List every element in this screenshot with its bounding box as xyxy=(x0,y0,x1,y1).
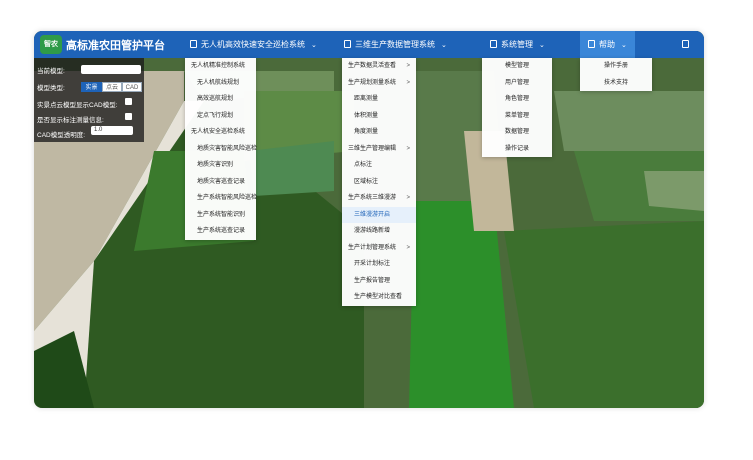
menu-item[interactable]: 操作手册 xyxy=(580,58,652,75)
model-type-label: 模型类型: xyxy=(37,85,65,92)
model-type-realscene-button[interactable]: 实景 xyxy=(81,82,102,92)
menu-item[interactable]: 生产系统巡查记录 xyxy=(185,223,256,240)
nav-label: 系统管理 xyxy=(501,40,533,49)
uav-dropdown-menu: 无人机精准控制系统 无人机航线规划 高效巡航规划 定点飞行规划 无人机安全巡检系统 地质灾… xyxy=(185,58,257,240)
opacity-label: CAD模型透明度: xyxy=(37,132,86,139)
menu-item[interactable]: 角色管理 xyxy=(482,91,552,108)
nav-uav-inspection[interactable]: 无人机高效快速安全巡检系统 ⌄ xyxy=(190,31,317,58)
chevron-right-icon: > xyxy=(406,195,410,201)
menu-item[interactable]: 模型管理 xyxy=(482,58,552,75)
nav-label: 三维生产数据管理系统 xyxy=(355,40,435,49)
help-dropdown-menu: 操作手册 技术支持 xyxy=(580,58,652,91)
app-window: 智农 高标准农田管护平台 无人机高效快速安全巡检系统 ⌄ 三维生产数据管理系统 ⌄ … xyxy=(34,31,704,408)
menu-item[interactable]: 角度测量 xyxy=(342,124,416,141)
data3d-dropdown-menu: 生产数据灵活查看 > 生产规划测量系统 > 距离测量 体积测量 角度测量 三维生产管理编辑 > 点… xyxy=(342,58,416,306)
menu-item[interactable]: 生产计划管理系统 > xyxy=(342,240,416,257)
model-type-pointcloud-button[interactable]: 点云 xyxy=(102,82,122,92)
chevron-right-icon: > xyxy=(406,79,410,86)
model-type-cad-button[interactable]: CAD xyxy=(122,82,142,92)
chevron-right-icon: > xyxy=(406,244,410,251)
menu-item[interactable]: 数据管理 xyxy=(482,124,552,141)
document-icon xyxy=(490,40,497,48)
app-logo: 智农 xyxy=(40,35,62,54)
nav-label: 帮助 xyxy=(599,40,615,49)
show-measure-label: 是否显示标注测量信息: xyxy=(37,117,104,124)
menu-item[interactable]: 菜单管理 xyxy=(482,108,552,125)
nav-3d-data[interactable]: 三维生产数据管理系统 ⌄ xyxy=(344,31,447,58)
show-cad-checkbox[interactable] xyxy=(125,98,132,105)
menu-item[interactable]: 生产系统三维漫游 > xyxy=(342,190,416,207)
chevron-right-icon: > xyxy=(406,63,410,69)
menu-item[interactable]: 地质灾害识别 xyxy=(185,157,256,174)
menu-item[interactable]: 无人机安全巡检系统 xyxy=(185,124,256,141)
chevron-down-icon: ⌄ xyxy=(539,42,545,49)
menu-item[interactable]: 体积测量 xyxy=(342,108,416,125)
menu-item[interactable]: 技术支持 xyxy=(580,75,652,92)
top-navigation-bar: 智农 高标准农田管护平台 无人机高效快速安全巡检系统 ⌄ 三维生产数据管理系统 ⌄ … xyxy=(34,31,704,58)
document-icon xyxy=(190,40,197,48)
show-cad-label: 实景点云模型显示CAD模型: xyxy=(37,102,118,109)
menu-item[interactable]: 生产系统智能识别 xyxy=(185,207,256,224)
chevron-down-icon: ⌄ xyxy=(311,42,317,49)
nav-system-management[interactable]: 系统管理 ⌄ xyxy=(490,31,545,58)
menu-item[interactable]: 点标注 xyxy=(342,157,416,174)
menu-item[interactable]: 漫游线路新增 xyxy=(342,223,416,240)
system-dropdown-menu: 模型管理 用户管理 角色管理 菜单管理 数据管理 操作记录 xyxy=(482,58,552,157)
current-model-label: 当前模型: xyxy=(37,68,65,75)
menu-item[interactable]: 三维生产管理编辑 > xyxy=(342,141,416,158)
menu-item[interactable]: 生产报告管理 xyxy=(342,273,416,290)
menu-item[interactable]: 生产系统智能风险巡检 xyxy=(185,190,257,207)
document-icon xyxy=(344,40,351,48)
menu-item[interactable]: 生产数据灵活查看 > xyxy=(342,58,416,75)
opacity-input[interactable]: 1.0 xyxy=(91,126,133,135)
menu-item[interactable]: 开采计划标注 xyxy=(342,256,416,273)
nav-label: 无人机高效快速安全巡检系统 xyxy=(201,40,305,49)
menu-item[interactable]: 三维漫游开启 xyxy=(342,206,416,223)
current-model-select[interactable] xyxy=(81,65,141,74)
show-measure-checkbox[interactable] xyxy=(125,113,132,120)
document-icon xyxy=(588,40,595,48)
menu-item[interactable]: 操作记录 xyxy=(482,141,552,158)
chevron-down-icon: ⌄ xyxy=(441,42,447,49)
menu-item[interactable]: 用户管理 xyxy=(482,75,552,92)
nav-help[interactable]: 帮助 ⌄ xyxy=(580,31,635,58)
menu-item[interactable]: 地质灾害智能风险巡检 xyxy=(185,141,257,158)
menu-item[interactable]: 生产规划测量系统 > xyxy=(342,75,416,92)
menu-item[interactable]: 地质灾害巡查记录 xyxy=(185,174,256,191)
menu-item[interactable]: 生产模型对比查看 xyxy=(342,289,416,306)
menu-item[interactable]: 无人机航线规划 xyxy=(185,75,256,92)
menu-item[interactable]: 定点飞行规划 xyxy=(185,108,256,125)
nav-overflow[interactable] xyxy=(682,31,696,58)
document-icon xyxy=(682,40,689,48)
menu-item[interactable]: 距离测量 xyxy=(342,91,416,108)
menu-item[interactable]: 无人机精准控制系统 xyxy=(185,58,256,75)
chevron-right-icon: > xyxy=(406,145,410,152)
menu-item[interactable]: 高效巡航规划 xyxy=(185,91,256,108)
menu-item[interactable]: 区域标注 xyxy=(342,174,416,191)
app-title: 高标准农田管护平台 xyxy=(66,40,165,52)
watermark xyxy=(609,396,610,402)
chevron-down-icon: ⌄ xyxy=(621,42,627,49)
